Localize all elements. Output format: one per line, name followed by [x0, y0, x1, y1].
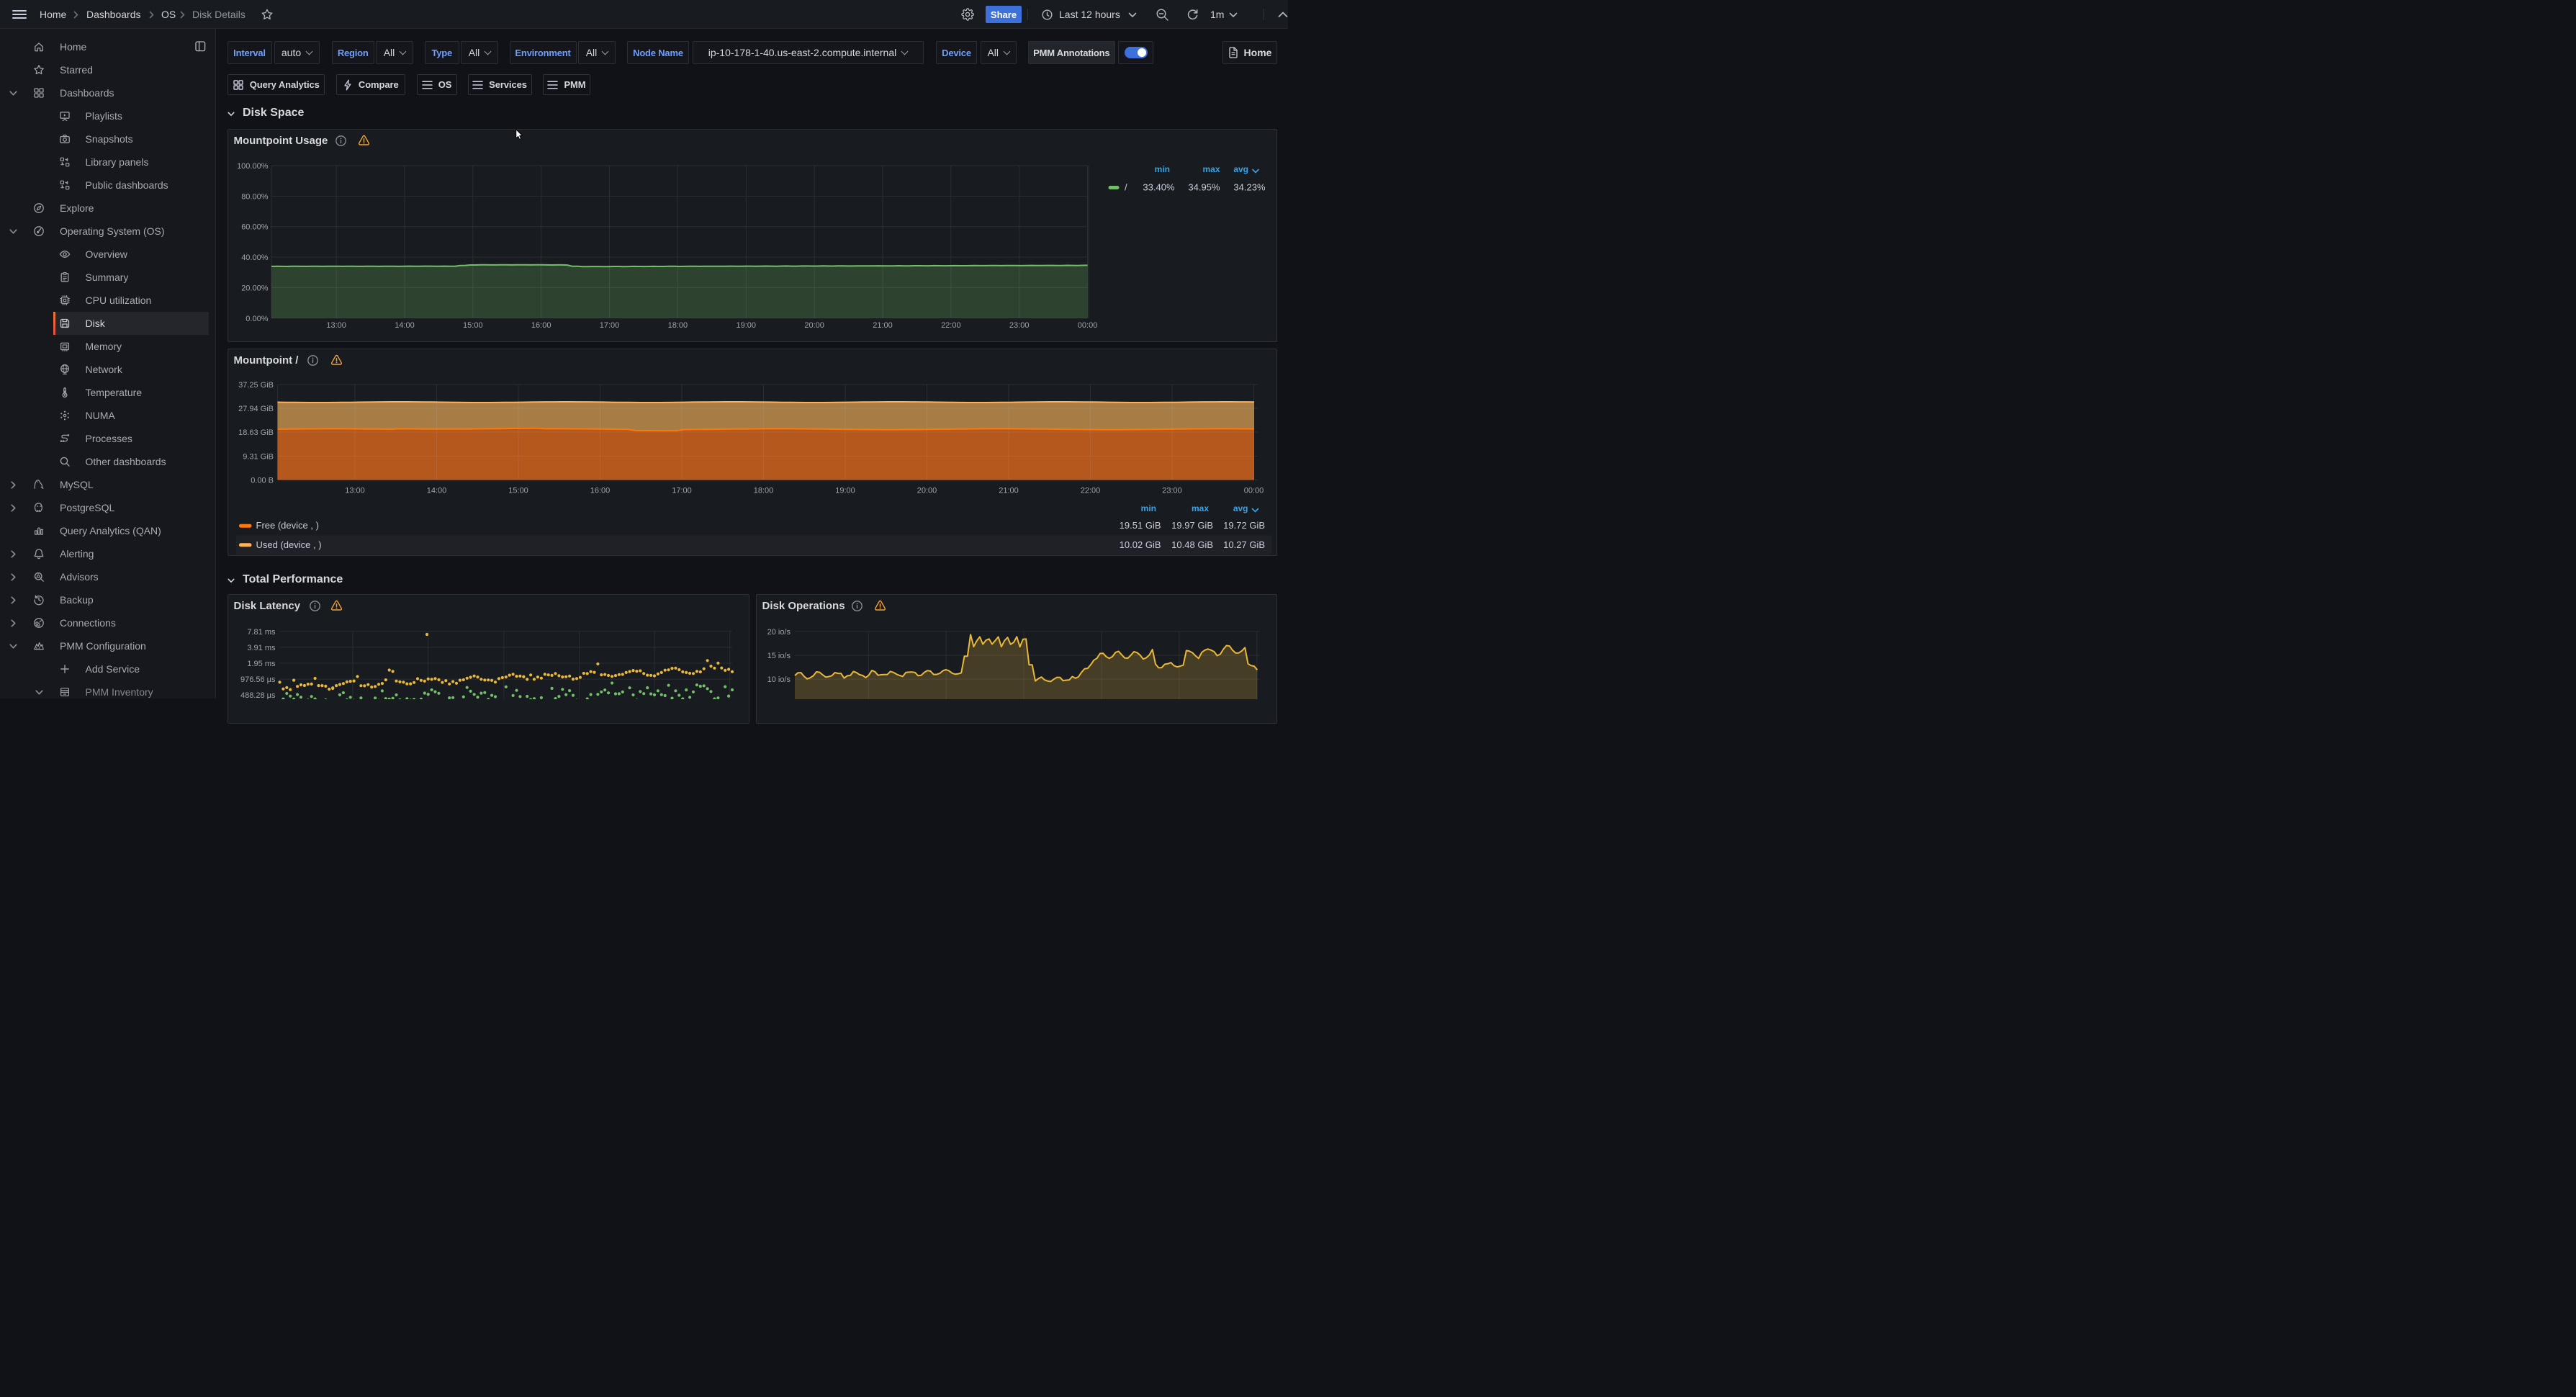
svg-text:0.00 B: 0.00 B: [251, 476, 274, 485]
svg-text:27.94 GiB: 27.94 GiB: [238, 405, 274, 413]
svg-text:16:00: 16:00: [531, 321, 551, 330]
svg-text:00:00: 00:00: [1077, 321, 1097, 330]
svg-text:37.25 GiB: 37.25 GiB: [238, 381, 274, 390]
svg-text:23:00: 23:00: [1162, 486, 1182, 495]
svg-text:21:00: 21:00: [999, 486, 1019, 495]
svg-text:22:00: 22:00: [1080, 486, 1100, 495]
svg-text:avg: avg: [1233, 164, 1248, 174]
svg-text:22:00: 22:00: [941, 321, 961, 330]
svg-text:14:00: 14:00: [395, 321, 415, 330]
svg-text:20 io/s: 20 io/s: [767, 627, 791, 636]
svg-text:10 io/s: 10 io/s: [767, 675, 791, 684]
svg-text:488.28 µs: 488.28 µs: [240, 691, 275, 699]
svg-text:80.00%: 80.00%: [241, 192, 269, 201]
svg-text:20.00%: 20.00%: [241, 284, 269, 292]
svg-text:19.97 GiB: 19.97 GiB: [1171, 520, 1213, 531]
svg-text:1.95 ms: 1.95 ms: [247, 660, 276, 668]
svg-text:min: min: [1154, 164, 1169, 174]
svg-text:60.00%: 60.00%: [241, 223, 269, 232]
svg-text:13:00: 13:00: [326, 321, 346, 330]
svg-text:15 io/s: 15 io/s: [767, 652, 791, 660]
svg-text:976.56 µs: 976.56 µs: [240, 675, 275, 684]
svg-text:40.00%: 40.00%: [241, 253, 269, 262]
svg-text:18.63 GiB: 18.63 GiB: [238, 428, 274, 437]
svg-text:19:00: 19:00: [736, 321, 756, 330]
svg-text:20:00: 20:00: [804, 321, 824, 330]
svg-text:34.95%: 34.95%: [1188, 182, 1220, 193]
svg-text:min: min: [1140, 503, 1156, 513]
svg-text:17:00: 17:00: [599, 321, 619, 330]
svg-text:Free (device , ): Free (device , ): [256, 520, 318, 531]
svg-text:23:00: 23:00: [1009, 321, 1029, 330]
svg-text:7.81 ms: 7.81 ms: [247, 627, 276, 636]
svg-text:19.72 GiB: 19.72 GiB: [1223, 520, 1265, 531]
svg-text:Used (device , ): Used (device , ): [256, 539, 321, 549]
svg-text:15:00: 15:00: [508, 486, 528, 495]
svg-text:33.40%: 33.40%: [1143, 182, 1175, 193]
svg-text:16:00: 16:00: [590, 486, 610, 495]
svg-text:19:00: 19:00: [835, 486, 855, 495]
svg-text:max: max: [1191, 503, 1208, 513]
svg-text:10.27 GiB: 10.27 GiB: [1223, 539, 1265, 549]
svg-text:17:00: 17:00: [672, 486, 692, 495]
svg-text:14:00: 14:00: [426, 486, 446, 495]
svg-text:18:00: 18:00: [753, 486, 773, 495]
svg-text:34.23%: 34.23%: [1233, 182, 1266, 193]
svg-text:19.51 GiB: 19.51 GiB: [1119, 520, 1161, 531]
svg-text:9.31 GiB: 9.31 GiB: [243, 452, 274, 461]
svg-text:/: /: [1125, 182, 1127, 193]
svg-text:21:00: 21:00: [873, 321, 893, 330]
svg-text:0.00%: 0.00%: [246, 315, 268, 323]
svg-text:100.00%: 100.00%: [237, 162, 269, 171]
svg-text:10.02 GiB: 10.02 GiB: [1119, 539, 1161, 549]
svg-text:00:00: 00:00: [1243, 486, 1264, 495]
svg-text:20:00: 20:00: [917, 486, 937, 495]
svg-text:avg: avg: [1233, 503, 1248, 513]
svg-text:3.91 ms: 3.91 ms: [247, 643, 276, 652]
svg-text:15:00: 15:00: [463, 321, 483, 330]
svg-text:max: max: [1202, 164, 1220, 174]
svg-text:13:00: 13:00: [345, 486, 365, 495]
svg-text:18:00: 18:00: [667, 321, 688, 330]
svg-text:10.48 GiB: 10.48 GiB: [1171, 539, 1213, 549]
